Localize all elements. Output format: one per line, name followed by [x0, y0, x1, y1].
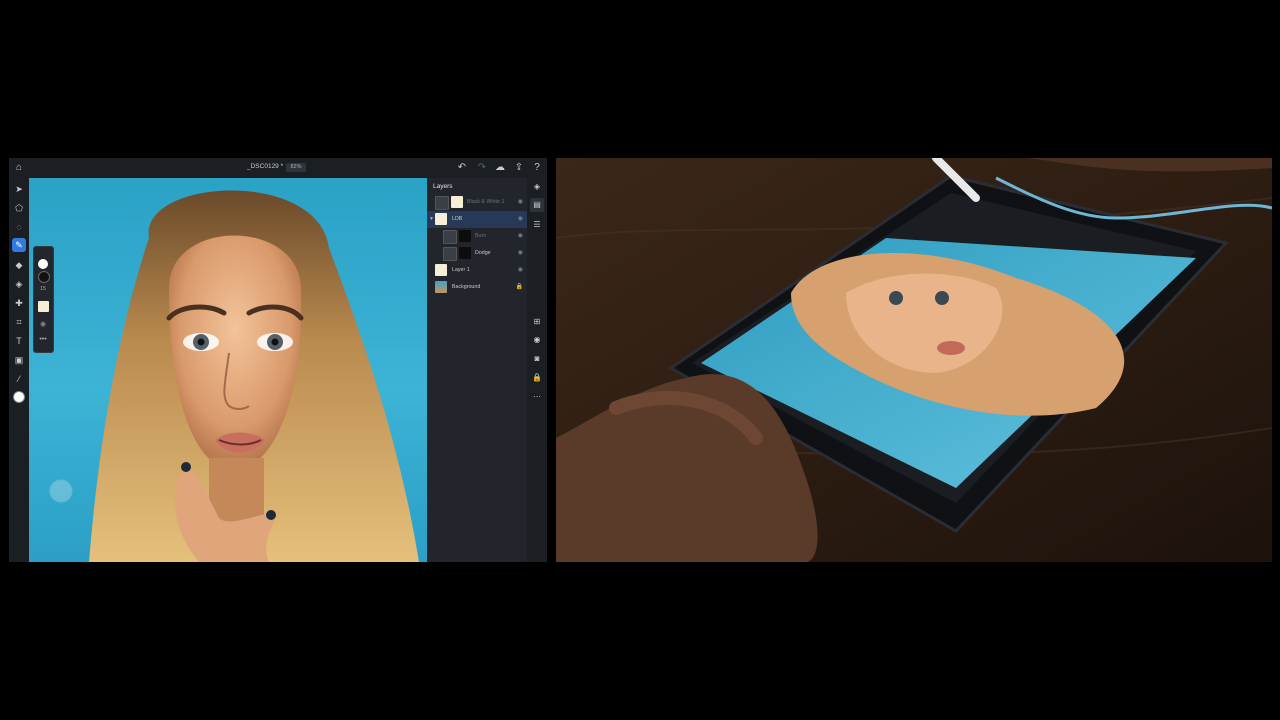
- layer-properties-icon[interactable]: ▤: [530, 198, 544, 212]
- layer-mask-thumbnail: [459, 247, 471, 259]
- layer-thumbnail: [435, 281, 447, 293]
- layer-row[interactable]: Background 🔒: [427, 279, 527, 296]
- chevron-down-icon[interactable]: ▼: [429, 216, 434, 222]
- layer-name: Black & White 1: [467, 199, 505, 205]
- tablet-scene-image: [556, 158, 1272, 562]
- layer-mask-thumbnail: [459, 230, 471, 242]
- layer-row[interactable]: ▼ LDB ◉: [427, 211, 527, 228]
- layer-name: Burn: [475, 233, 487, 239]
- home-icon[interactable]: ⌂: [12, 161, 26, 175]
- adjustment-icon: [443, 230, 457, 244]
- eyedropper-icon: ⁄: [18, 374, 20, 384]
- lasso-tool[interactable]: ◌: [12, 220, 26, 234]
- brush-tool[interactable]: ✎: [12, 238, 26, 252]
- mask-icon[interactable]: ◙: [530, 352, 544, 366]
- arrow-icon: ➤: [15, 184, 23, 194]
- transform-icon: ⬠: [15, 203, 23, 213]
- adjustment-icon: [443, 247, 457, 261]
- redo-icon[interactable]: ↷: [475, 161, 489, 175]
- brush-secondary-swatch[interactable]: [38, 271, 50, 283]
- layer-thumbnail: [435, 213, 447, 225]
- visibility-icon[interactable]: ◉: [518, 198, 523, 205]
- undo-icon[interactable]: ↶: [455, 161, 469, 175]
- layers-stack-icon[interactable]: ◈: [530, 180, 544, 194]
- more-options-icon[interactable]: •••: [38, 335, 48, 345]
- lock-icon[interactable]: 🔒: [530, 371, 544, 385]
- adjustments-icon[interactable]: ☰: [530, 218, 544, 232]
- layers-title: Layers: [433, 183, 453, 190]
- more-options-icon[interactable]: ⋯: [530, 390, 544, 404]
- crop-tool[interactable]: ⌗: [12, 315, 26, 329]
- brush-settings-icon[interactable]: ◉: [38, 320, 48, 330]
- top-bar: ⌂ _DSC0129 * 82% ↶ ↷ ☁ ⇪ ?: [9, 158, 547, 178]
- layer-thumbnail: [435, 264, 447, 276]
- toolbar: ➤ ⬠ ◌ ✎ ◆ ◈ ✚ ⌗ T ▣ ⁄: [9, 178, 29, 562]
- brush-hardness-swatch[interactable]: [38, 259, 48, 269]
- move-tool[interactable]: ➤: [12, 182, 26, 196]
- bandage-icon: ✚: [15, 298, 23, 308]
- eyedropper-tool[interactable]: ⁄: [12, 372, 26, 386]
- layer-name: Layer 1: [452, 267, 470, 273]
- type-tool[interactable]: T: [12, 334, 26, 348]
- lasso-icon: ◌: [16, 222, 22, 232]
- layer-name: Background: [452, 284, 481, 290]
- layer-row[interactable]: Black & White 1 ◉: [427, 194, 527, 211]
- layer-row[interactable]: Burn ◉: [427, 228, 527, 245]
- document-title: _DSC0129 *: [247, 163, 284, 170]
- zoom-level[interactable]: 82%: [286, 163, 306, 172]
- place-image-tool[interactable]: ▣: [12, 353, 26, 367]
- brush-color-swatch[interactable]: [38, 301, 49, 312]
- help-icon[interactable]: ?: [530, 161, 544, 175]
- visibility-icon[interactable]: ◉: [518, 232, 523, 239]
- layer-name: Dodge: [475, 250, 491, 256]
- tablet-photo: [556, 158, 1272, 562]
- canvas[interactable]: [29, 178, 427, 562]
- type-icon: T: [16, 336, 22, 346]
- fill-tool[interactable]: ◈: [12, 277, 26, 291]
- adjustment-icon: [435, 196, 449, 210]
- transform-tool[interactable]: ⬠: [12, 201, 26, 215]
- layers-panel: Layers Black & White 1 ◉ ▼ LDB ◉ Burn ◉ …: [427, 178, 527, 562]
- portrait-image: [49, 190, 419, 562]
- visibility-icon[interactable]: ◉: [518, 215, 523, 222]
- layer-mask-thumbnail: [451, 196, 463, 208]
- add-layer-icon[interactable]: ⊞: [530, 315, 544, 329]
- brush-icon: ✎: [15, 240, 23, 250]
- healing-tool[interactable]: ✚: [12, 296, 26, 310]
- visibility-icon[interactable]: ◉: [518, 249, 523, 256]
- brush-options-panel: 15 ◉ •••: [33, 246, 54, 353]
- layer-row[interactable]: Layer 1 ◉: [427, 262, 527, 279]
- image-icon: ▣: [14, 355, 24, 365]
- brush-size-value: 15: [40, 286, 46, 292]
- share-icon[interactable]: ⇪: [512, 161, 526, 175]
- eraser-tool[interactable]: ◆: [12, 258, 26, 272]
- cloud-icon[interactable]: ☁: [493, 161, 507, 175]
- layer-name: LDB: [452, 216, 463, 222]
- lock-icon[interactable]: 🔒: [516, 283, 523, 290]
- layer-row[interactable]: Dodge ◉: [427, 245, 527, 262]
- visibility-icon[interactable]: ◉: [530, 333, 544, 347]
- visibility-icon[interactable]: ◉: [518, 266, 523, 273]
- bucket-icon: ◈: [15, 279, 23, 289]
- crop-icon: ⌗: [16, 317, 22, 327]
- eraser-icon: ◆: [15, 260, 23, 270]
- foreground-color-swatch[interactable]: [13, 391, 25, 403]
- properties-bar: ◈ ▤ ☰ ⊞ ◉ ◙ 🔒 ⋯: [527, 178, 547, 562]
- photoshop-window: ⌂ _DSC0129 * 82% ↶ ↷ ☁ ⇪ ? ➤ ⬠ ◌ ✎ ◆ ◈ ✚…: [9, 158, 547, 562]
